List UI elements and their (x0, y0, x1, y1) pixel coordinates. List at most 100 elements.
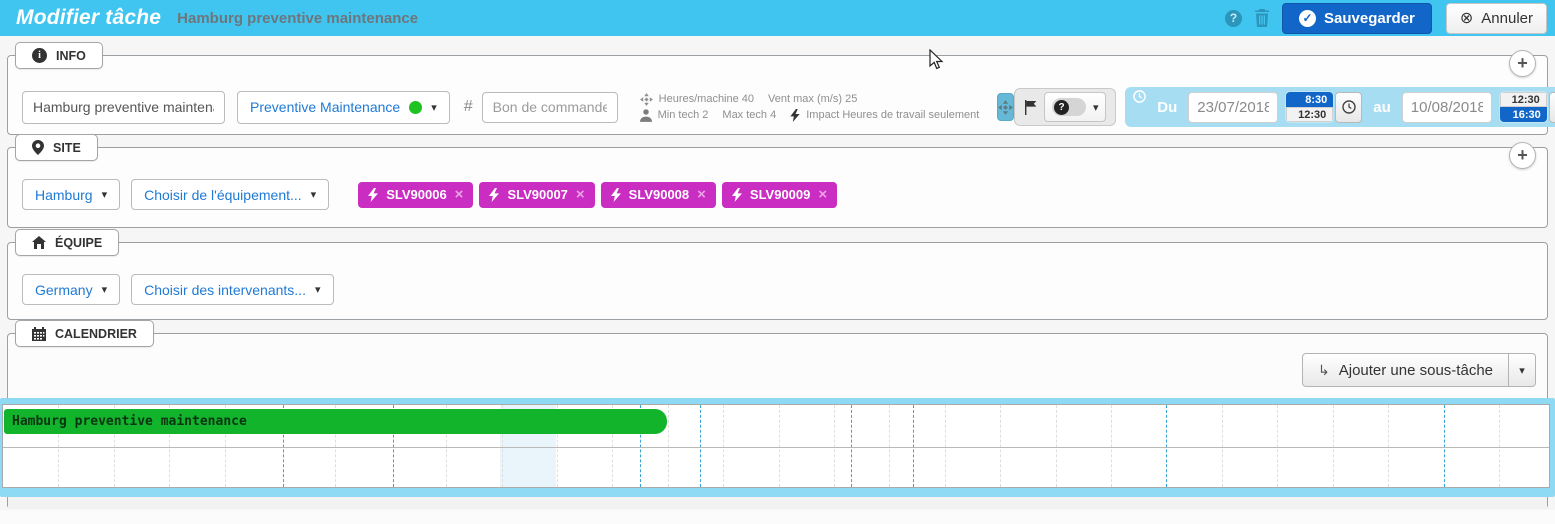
date-from-label: Du (1154, 99, 1180, 116)
time-from-start[interactable]: 8:30 (1286, 92, 1333, 107)
date-from-input[interactable] (1188, 92, 1278, 123)
tab-team-label: ÉQUIPE (55, 236, 102, 250)
bolt-icon (489, 188, 499, 202)
gantt-grid[interactable]: Hamburg preventive maintenance (2, 404, 1550, 488)
info-section: i INFO + Preventive Maintenance ▾ # Heur… (7, 55, 1548, 135)
site-section: SITE + Hamburg ▾ Choisir de l'équipement… (7, 147, 1548, 228)
equipment-dropdown[interactable]: Choisir de l'équipement... ▾ (131, 179, 329, 210)
page-bottom-area (0, 510, 1555, 524)
time-to-end[interactable]: 16:30 (1500, 107, 1547, 122)
equipment-tag-label: SLV90007 (507, 187, 567, 202)
drag-handle-button[interactable] (997, 93, 1014, 121)
remove-tag-icon[interactable]: × (576, 187, 585, 202)
chevron-down-icon: ▾ (311, 188, 317, 201)
chevron-down-icon: ▾ (102, 283, 108, 296)
gantt-timeline: Hamburg preventive maintenance (0, 398, 1555, 497)
max-tech-value: 4 (770, 109, 776, 121)
time-from-end[interactable]: 12:30 (1286, 107, 1333, 122)
date-to-label: au (1370, 99, 1394, 116)
wind-max-value: 25 (845, 93, 857, 105)
gantt-day-gridline (779, 405, 780, 487)
flag-icon (1024, 100, 1037, 115)
chevron-down-icon: ▾ (315, 283, 321, 296)
save-button[interactable]: ✓ Sauvegarder (1282, 3, 1432, 34)
technician-icon (640, 109, 652, 122)
header-bar: Modifier tâche Hamburg preventive mainte… (0, 0, 1555, 36)
equipment-tag[interactable]: SLV90008 × (601, 182, 716, 208)
task-stats: Heures/machine 40 Vent max (m/s) 25 Min … (640, 92, 988, 123)
equipment-placeholder: Choisir de l'équipement... (144, 187, 302, 203)
team-section: ÉQUIPE Germany ▾ Choisir des intervenant… (7, 242, 1548, 320)
gantt-task-bar[interactable]: Hamburg preventive maintenance (4, 409, 667, 434)
gantt-day-gridline (889, 405, 890, 487)
equipment-tag[interactable]: SLV90007 × (479, 182, 594, 208)
gantt-row-divider (3, 447, 1549, 448)
wind-max-label: Vent max (m/s) (768, 93, 842, 105)
priority-flag-group: ? ▾ (1014, 88, 1116, 126)
home-icon (32, 236, 46, 249)
calendar-bottom-strip (8, 497, 1547, 509)
gantt-week-gridline (913, 405, 914, 487)
equipment-tag[interactable]: SLV90006 × (358, 182, 473, 208)
priority-dropdown[interactable]: ? ▾ (1044, 92, 1106, 122)
gantt-day-gridline (1222, 405, 1223, 487)
site-add-button[interactable]: + (1509, 142, 1536, 169)
clock-icon (1133, 90, 1146, 103)
team-dropdown[interactable]: Germany ▾ (22, 274, 120, 305)
priority-pill: ? (1052, 98, 1086, 116)
chevron-down-icon: ▾ (1093, 101, 1099, 114)
trash-icon[interactable] (1254, 9, 1270, 27)
gantt-day-gridline (834, 405, 835, 487)
remove-tag-icon[interactable]: × (818, 187, 827, 202)
bolt-icon (368, 188, 378, 202)
chevron-down-icon: ▾ (102, 188, 108, 201)
cancel-button[interactable]: ⊗ Annuler (1446, 3, 1547, 34)
time-from-picker-button[interactable] (1335, 92, 1362, 123)
time-to-start[interactable]: 12:30 (1500, 92, 1547, 107)
impact-value: Heures de travail seulement (842, 109, 979, 121)
add-subtask-button[interactable]: ↳ Ajouter une sous-tâche (1302, 353, 1509, 387)
add-subtask-caret-button[interactable]: ▾ (1509, 353, 1536, 387)
impact-bolt-icon (790, 109, 800, 122)
add-subtask-split-button: ↳ Ajouter une sous-tâche ▾ (1302, 353, 1536, 387)
date-range-panel: Du 8:30 12:30 au 12:30 16:30 (1125, 87, 1555, 127)
status-dot (409, 101, 422, 114)
team-value: Germany (35, 282, 93, 298)
gantt-day-gridline (1388, 405, 1389, 487)
gantt-day-gridline (945, 405, 946, 487)
remove-tag-icon[interactable]: × (697, 187, 706, 202)
gantt-day-gridline (1333, 405, 1334, 487)
time-to-stack: 12:30 16:30 (1500, 92, 1547, 122)
tab-info-label: INFO (56, 49, 86, 63)
gantt-day-gridline (1056, 405, 1057, 487)
site-value: Hamburg (35, 187, 93, 203)
order-number-input[interactable] (482, 92, 618, 123)
gantt-day-gridline (1000, 405, 1001, 487)
task-type-dropdown[interactable]: Preventive Maintenance ▾ (237, 91, 450, 124)
gantt-day-gridline (1111, 405, 1112, 487)
gantt-week-gridline (1166, 405, 1167, 487)
equipment-tag[interactable]: SLV90009 × (722, 182, 837, 208)
gantt-day-gridline (668, 405, 669, 487)
subtask-arrow-icon: ↳ (1318, 362, 1330, 379)
impact-label: Impact (806, 109, 839, 121)
chevron-down-icon: ▾ (1519, 364, 1525, 377)
time-to-picker-button[interactable] (1549, 92, 1555, 123)
task-type-label: Preventive Maintenance (250, 99, 400, 115)
date-to-input[interactable] (1402, 92, 1492, 123)
max-tech-label: Max tech (722, 109, 767, 121)
task-name-input[interactable] (22, 91, 225, 124)
page-subtitle: Hamburg preventive maintenance (177, 10, 418, 27)
info-add-button[interactable]: + (1509, 50, 1536, 77)
gantt-week-gridline (851, 405, 852, 487)
bolt-icon (611, 188, 621, 202)
site-dropdown[interactable]: Hamburg ▾ (22, 179, 120, 210)
tab-team: ÉQUIPE (15, 229, 119, 256)
gantt-week-gridline (1444, 405, 1445, 487)
members-dropdown[interactable]: Choisir des intervenants... ▾ (131, 274, 333, 305)
cancel-circle-icon: ⊗ (1460, 8, 1473, 28)
time-from-stack: 8:30 12:30 (1286, 92, 1333, 122)
help-icon[interactable]: ? (1225, 10, 1242, 27)
machine-hours-icon (640, 93, 653, 106)
remove-tag-icon[interactable]: × (455, 187, 464, 202)
